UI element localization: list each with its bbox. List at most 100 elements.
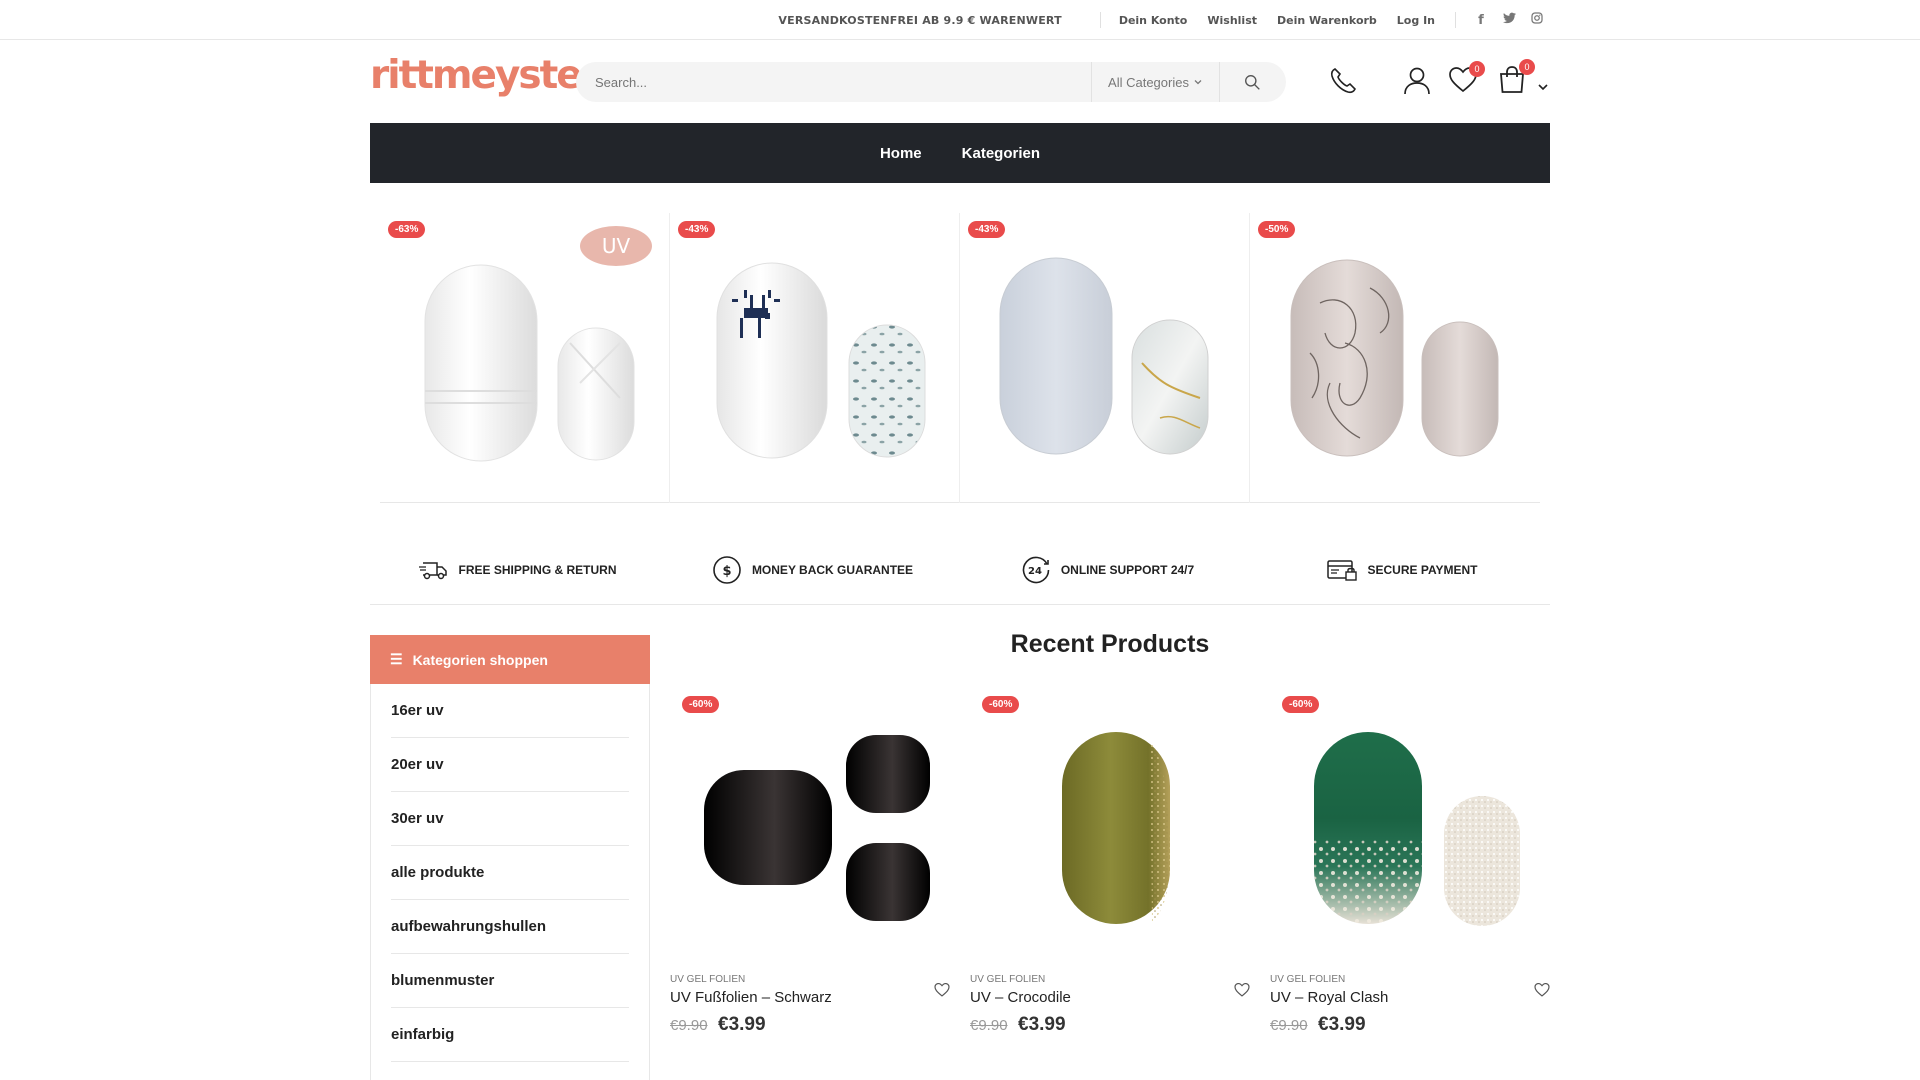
cart-button[interactable]: 0: [1497, 59, 1535, 99]
svg-text:UV: UV: [602, 234, 631, 258]
feature-item: 24 ONLINE SUPPORT 24/7: [960, 535, 1255, 604]
sale-price: €3.99: [1018, 1014, 1066, 1035]
instagram-icon[interactable]: [1530, 12, 1544, 28]
feature-label: SECURE PAYMENT: [1367, 562, 1478, 577]
svg-text:24: 24: [1028, 566, 1042, 577]
chevron-down-icon: [1194, 80, 1202, 85]
nav-kategorien[interactable]: Kategorien: [962, 145, 1040, 162]
discount-badge: -60%: [682, 696, 720, 713]
category-item[interactable]: 16er uv: [391, 684, 629, 738]
category-list: 16er uv 20er uv 30er uv alle produkte au…: [371, 684, 649, 1062]
wishlist-link[interactable]: Wishlist: [1207, 14, 1257, 27]
search-button[interactable]: [1219, 62, 1285, 102]
feature-item: SECURE PAYMENT: [1255, 535, 1550, 604]
discount-badge: -60%: [982, 696, 1020, 713]
truck-icon: [419, 561, 448, 579]
section-title: Recent Products: [1010, 630, 1210, 658]
wishlist-button[interactable]: 0: [1449, 61, 1485, 97]
product-card[interactable]: -43%: [960, 213, 1250, 503]
category-item[interactable]: alle produkte: [391, 846, 629, 900]
wishlist-count-badge: 0: [1469, 61, 1485, 77]
featured-products: UV -63% -43% -43% -50%: [380, 213, 1540, 503]
discount-badge: -63%: [388, 221, 426, 238]
twitter-icon[interactable]: [1502, 12, 1516, 28]
product-category[interactable]: UV GEL FOLIEN: [1270, 974, 1550, 985]
category-item[interactable]: aufbewahrungshullen: [391, 900, 629, 954]
top-bar: VERSANDKOSTENFREI AB 9.9 € WARENWERT Dei…: [0, 0, 1920, 40]
product-category[interactable]: UV GEL FOLIEN: [670, 974, 950, 985]
old-price: €9.90: [1270, 1017, 1308, 1034]
product-image: UV: [424, 226, 652, 462]
category-item[interactable]: 30er uv: [391, 792, 629, 846]
product-price: €9.90 €3.99: [670, 1014, 950, 1036]
secure-payment-icon: [1327, 559, 1358, 581]
add-to-wishlist-icon[interactable]: [934, 982, 950, 1001]
account-link[interactable]: Dein Konto: [1119, 14, 1188, 27]
top-bar-content: VERSANDKOSTENFREI AB 9.9 € WARENWERT Dei…: [778, 0, 1544, 40]
product-image[interactable]: -60%: [670, 690, 950, 960]
nav-home[interactable]: Home: [880, 145, 922, 162]
product-card[interactable]: -50%: [1250, 213, 1540, 503]
add-to-wishlist-icon[interactable]: [1234, 982, 1250, 1001]
recent-products-grid: -60% UV GEL FOLIEN UV Fußfolien – Schwar…: [670, 690, 1550, 1036]
svg-text:$: $: [722, 564, 731, 579]
product-image: [716, 262, 926, 459]
add-to-wishlist-icon[interactable]: [1534, 982, 1550, 1001]
menu-icon: ☰: [390, 651, 403, 667]
product-card[interactable]: UV -63%: [380, 213, 670, 503]
search-bar: All Categories: [576, 62, 1286, 102]
product-image: [1290, 259, 1499, 457]
discount-badge: -43%: [968, 221, 1006, 238]
cart-link[interactable]: Dein Warenkorb: [1277, 14, 1377, 27]
sale-price: €3.99: [718, 1014, 766, 1035]
sidebar-title: Kategorien shoppen: [412, 651, 548, 668]
old-price: €9.90: [970, 1017, 1008, 1034]
product-card[interactable]: -60% UV GEL FOLIEN UV Fußfolien – Schwar…: [670, 690, 950, 1036]
product-name[interactable]: UV Fußfolien – Schwarz: [670, 989, 950, 1006]
product-image[interactable]: -60%: [1270, 690, 1550, 960]
search-icon: [1245, 74, 1260, 90]
sale-price: €3.99: [1318, 1014, 1366, 1035]
category-select-label: All Categories: [1108, 74, 1189, 90]
category-item[interactable]: 20er uv: [391, 738, 629, 792]
product-image: [999, 257, 1209, 455]
main-nav: Home Kategorien: [370, 123, 1550, 183]
product-name[interactable]: UV – Royal Clash: [1270, 989, 1550, 1006]
dollar-icon: $: [713, 555, 741, 584]
product-category[interactable]: UV GEL FOLIEN: [970, 974, 1250, 985]
sidebar-header[interactable]: ☰ Kategorien shoppen: [370, 635, 650, 684]
feature-label: ONLINE SUPPORT 24/7: [1060, 562, 1195, 577]
product-card[interactable]: -60% UV GEL FOLIEN UV – Crocodile €9.90 …: [970, 690, 1250, 1036]
product-image[interactable]: -60%: [970, 690, 1250, 960]
category-item[interactable]: blumenmuster: [391, 954, 629, 1008]
product-card[interactable]: -43%: [670, 213, 960, 503]
facebook-icon[interactable]: f: [1474, 13, 1488, 28]
cart-count-badge: 0: [1519, 59, 1535, 75]
category-select[interactable]: All Categories: [1091, 62, 1219, 102]
feature-item: FREE SHIPPING & RETURN: [370, 535, 665, 604]
feature-item: $ MONEY BACK GUARANTEE: [665, 535, 960, 604]
discount-badge: -60%: [1282, 696, 1320, 713]
divider: [1099, 12, 1101, 28]
product-card[interactable]: -60% UV GEL FOLIEN UV – Royal Clash €9.9…: [1270, 690, 1550, 1036]
category-item[interactable]: einfarbig: [391, 1008, 629, 1062]
support-24-icon: 24: [1022, 556, 1050, 583]
discount-badge: -43%: [678, 221, 716, 238]
phone-icon[interactable]: [1328, 66, 1358, 100]
old-price: €9.90: [670, 1017, 708, 1034]
logo[interactable]: rittmeyster: [370, 56, 600, 95]
discount-badge: -50%: [1258, 221, 1296, 238]
search-input[interactable]: [576, 62, 1091, 102]
divider: [1455, 12, 1456, 28]
product-price: €9.90 €3.99: [970, 1014, 1250, 1036]
features-bar: FREE SHIPPING & RETURN $ MONEY BACK GUAR…: [370, 535, 1550, 605]
feature-label: FREE SHIPPING & RETURN: [458, 562, 617, 577]
product-price: €9.90 €3.99: [1270, 1014, 1550, 1036]
user-icon[interactable]: [1402, 66, 1432, 100]
shipping-promo: VERSANDKOSTENFREI AB 9.9 € WARENWERT: [778, 13, 1062, 27]
cart-dropdown-chevron-icon[interactable]: [1538, 76, 1548, 95]
login-link[interactable]: Log In: [1397, 14, 1435, 27]
feature-label: MONEY BACK GUARANTEE: [751, 562, 914, 577]
product-name[interactable]: UV – Crocodile: [970, 989, 1250, 1006]
category-sidebar: ☰ Kategorien shoppen 16er uv 20er uv 30e…: [370, 635, 650, 1080]
